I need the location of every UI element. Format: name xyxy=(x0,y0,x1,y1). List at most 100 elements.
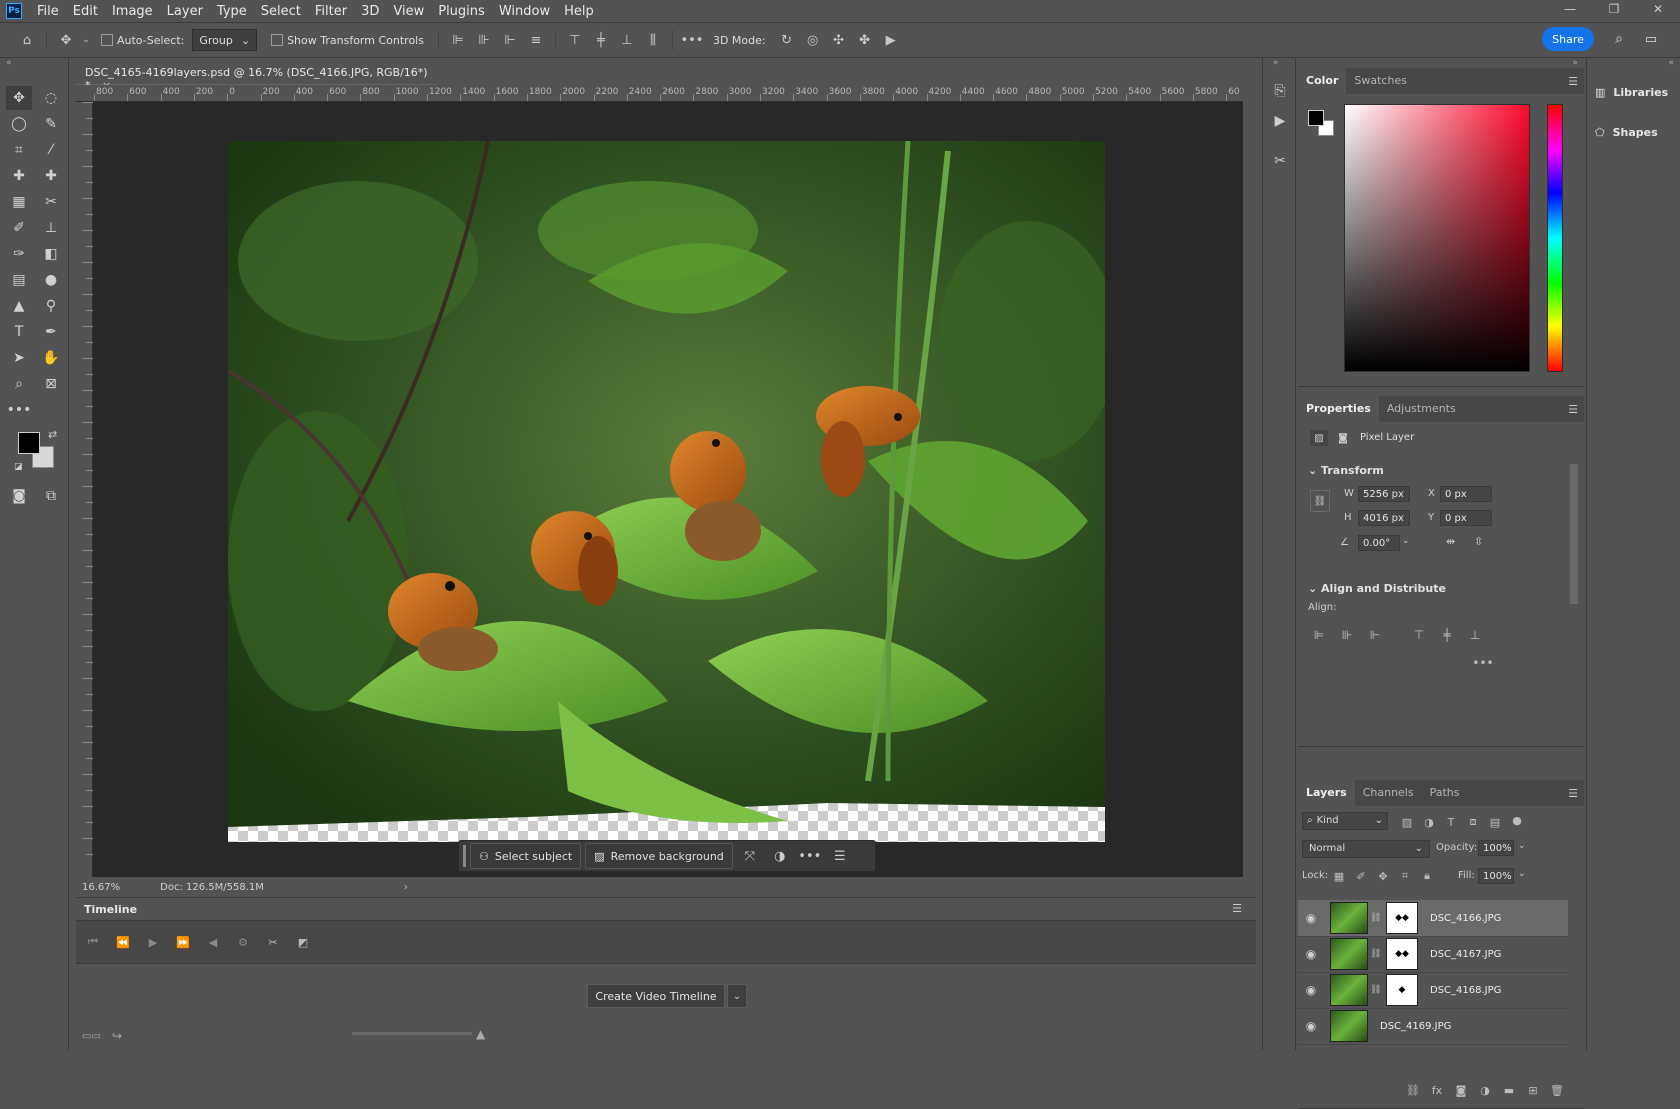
layer-row[interactable]: ◉ DSC_4169.JPG xyxy=(1298,1008,1568,1045)
brush-tool-icon[interactable]: ✐ xyxy=(6,216,32,240)
align-top-icon[interactable]: ⊤ xyxy=(1410,626,1428,644)
history-icon[interactable]: ⎘ xyxy=(1265,76,1295,106)
align-bottom-icon[interactable]: ⊥ xyxy=(616,29,638,51)
zoom-slider[interactable] xyxy=(352,1032,472,1035)
eyedropper-tool-icon[interactable]: ⁄ xyxy=(38,138,64,162)
minimize-icon[interactable]: — xyxy=(1548,0,1592,22)
menu-type[interactable]: Type xyxy=(210,4,254,19)
tab-color[interactable]: Color xyxy=(1298,67,1347,94)
clone-stamp-tool-icon[interactable]: ⊥ xyxy=(38,216,64,240)
pattern-stamp-tool-icon[interactable]: ▦ xyxy=(6,190,32,214)
align-right-icon[interactable]: ⊩ xyxy=(499,29,521,51)
collapse-icon[interactable]: « xyxy=(6,58,12,68)
zoom-level[interactable]: 16.67% xyxy=(82,882,120,893)
filter-toggle-icon[interactable]: ● xyxy=(1506,810,1528,830)
auto-select-checkbox[interactable] xyxy=(101,34,113,46)
settings-icon[interactable]: ⚙ xyxy=(230,932,256,952)
align-right-icon[interactable]: ⊩ xyxy=(1366,626,1384,644)
align-bottom-icon[interactable]: ⊥ xyxy=(1466,626,1484,644)
new-group-folder-icon[interactable]: ▬ xyxy=(1498,1080,1520,1100)
first-frame-icon[interactable]: ⏮ xyxy=(80,932,106,952)
filter-pixel-icon[interactable]: ▨ xyxy=(1396,812,1418,832)
quick-select-tool-icon[interactable]: ✎ xyxy=(38,112,64,136)
lock-pixels-icon[interactable]: ✐ xyxy=(1350,866,1372,886)
collapse-icon[interactable]: » xyxy=(1572,58,1578,68)
menu-view[interactable]: View xyxy=(386,4,431,19)
zoom-in-icon[interactable]: ▲ xyxy=(476,1027,485,1041)
menu-plugins[interactable]: Plugins xyxy=(431,4,492,19)
lock-transparency-icon[interactable]: ▦ xyxy=(1328,866,1350,886)
lasso-tool-icon[interactable]: ◯ xyxy=(6,112,32,136)
menu-layer[interactable]: Layer xyxy=(160,4,210,19)
tab-layers[interactable]: Layers xyxy=(1298,779,1355,806)
search-icon[interactable]: ⌕ xyxy=(1610,30,1628,48)
menu-filter[interactable]: Filter xyxy=(308,4,354,19)
play-icon[interactable]: ▶ xyxy=(140,932,166,952)
delete-layer-trash-icon[interactable]: 🗑︎ xyxy=(1546,1080,1568,1100)
dodge-tool-icon[interactable]: ⚲ xyxy=(38,294,64,318)
align-section-title[interactable]: ⌄ Align and Distribute xyxy=(1308,582,1446,595)
menu-select[interactable]: Select xyxy=(254,4,308,19)
more-options-icon[interactable]: ••• xyxy=(1472,654,1493,672)
expand-icon[interactable]: » xyxy=(1273,58,1279,68)
align-center-icon[interactable]: ⊪ xyxy=(1338,626,1356,644)
y-field[interactable]: 0 px xyxy=(1440,510,1492,526)
align-left-icon[interactable]: ⊫ xyxy=(447,29,469,51)
3d-pan-icon[interactable]: ✣ xyxy=(828,29,850,51)
path-selection-tool-icon[interactable]: ➤ xyxy=(6,346,32,370)
chevron-down-icon[interactable]: ⌄ xyxy=(1518,869,1526,879)
tab-channels[interactable]: Channels xyxy=(1355,786,1422,806)
chevron-down-icon[interactable]: ⌄ xyxy=(1402,536,1410,546)
link-icon[interactable]: ⛓ xyxy=(1310,490,1330,512)
panel-menu-icon[interactable]: ☰ xyxy=(1232,902,1242,915)
menu-3d[interactable]: 3D xyxy=(354,4,386,19)
quick-mask-icon[interactable]: ◙ xyxy=(6,484,32,508)
menu-help[interactable]: Help xyxy=(557,4,601,19)
layer-row[interactable]: ◉ ⛓ ◆◆ DSC_4167.JPG xyxy=(1298,936,1568,973)
foreground-color-swatch[interactable] xyxy=(18,432,40,454)
default-colors-icon[interactable]: ◪ xyxy=(14,462,23,472)
flip-horizontal-icon[interactable]: ⇹ xyxy=(1446,535,1455,548)
layer-mask-thumbnail[interactable]: ◆ xyxy=(1386,974,1418,1006)
chevron-down-icon[interactable]: ⌄ xyxy=(81,29,91,51)
align-center-icon[interactable]: ⊪ xyxy=(473,29,495,51)
home-icon[interactable]: ⌂ xyxy=(16,29,38,51)
healing-brush-tool-icon[interactable]: ✚ xyxy=(38,164,64,188)
close-icon[interactable]: ✕ xyxy=(1636,0,1680,22)
crop-tool-icon[interactable]: ⌗ xyxy=(6,138,32,162)
sharpen-tool-icon[interactable]: ▲ xyxy=(6,294,32,318)
flip-vertical-icon[interactable]: ⇳ xyxy=(1474,535,1483,548)
tab-paths[interactable]: Paths xyxy=(1422,786,1468,806)
remove-background-button[interactable]: ▨ Remove background xyxy=(585,843,733,869)
show-transform-checkbox[interactable] xyxy=(271,34,284,46)
frame-tool-icon[interactable]: ⊠ xyxy=(38,372,64,396)
menu-file[interactable]: File xyxy=(30,4,66,19)
hue-slider[interactable] xyxy=(1547,104,1563,372)
create-video-timeline-button[interactable]: Create Video Timeline xyxy=(587,984,725,1008)
spot-healing-tool-icon[interactable]: ✚ xyxy=(6,164,32,188)
visibility-eye-icon[interactable]: ◉ xyxy=(1298,1019,1324,1033)
layer-mask-thumbnail[interactable]: ◆◆ xyxy=(1386,938,1418,970)
more-options-icon[interactable]: ••• xyxy=(680,29,703,51)
scrollbar[interactable] xyxy=(1570,464,1578,604)
select-subject-button[interactable]: ⚇ Select subject xyxy=(470,843,582,869)
align-top-icon[interactable]: ⊤ xyxy=(564,29,586,51)
filter-shape-icon[interactable]: ⧈ xyxy=(1462,812,1484,832)
x-field[interactable]: 0 px xyxy=(1440,486,1492,502)
workspace-icon[interactable]: ▭ xyxy=(1640,30,1662,48)
document-tab[interactable]: DSC_4165-4169layers.psd @ 16.7% (DSC_416… xyxy=(76,59,436,92)
distribute-horizontal-icon[interactable]: ≡ xyxy=(525,29,547,51)
drag-handle[interactable] xyxy=(463,845,466,867)
chevron-down-icon[interactable]: ⌄ xyxy=(727,984,747,1008)
zoom-tool-icon[interactable]: ⌕ xyxy=(6,372,32,396)
align-middle-icon[interactable]: ╪ xyxy=(1438,626,1456,644)
menu-window[interactable]: Window xyxy=(492,4,557,19)
color-picker-field[interactable] xyxy=(1344,104,1530,372)
tool-presets-icon[interactable]: ✂ xyxy=(1265,146,1295,176)
chevron-right-icon[interactable]: › xyxy=(404,882,408,893)
more-tools-icon[interactable]: ••• xyxy=(6,398,32,422)
transform-section-title[interactable]: ⌄ Transform xyxy=(1308,464,1384,477)
menu-edit[interactable]: Edit xyxy=(66,4,105,19)
screen-mode-icon[interactable]: ⧉ xyxy=(38,484,64,508)
lock-position-icon[interactable]: ✥ xyxy=(1372,866,1394,886)
